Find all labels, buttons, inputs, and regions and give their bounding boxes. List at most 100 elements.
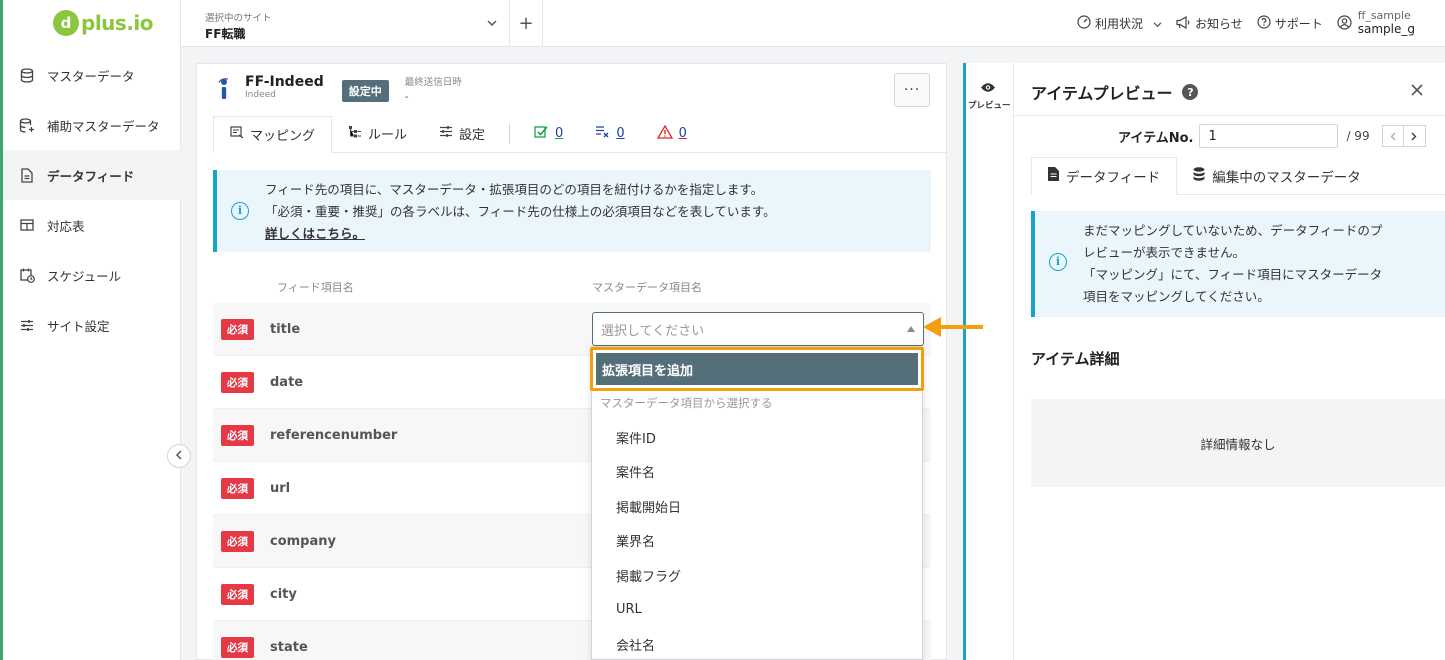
sidebar-item-label: 補助マスターデータ: [47, 118, 160, 134]
support-label: サポート: [1274, 17, 1323, 31]
indeed-logo-icon: [215, 76, 233, 102]
question-circle-icon: [1257, 15, 1271, 32]
sidebar-collapse-button[interactable]: [167, 444, 191, 468]
sidebar-item-label: スケジュール: [47, 268, 122, 284]
chevron-down-icon: [1153, 17, 1162, 31]
user-name: sample_g: [1357, 21, 1415, 36]
database-plus-icon: [19, 117, 35, 133]
close-icon[interactable]: [1411, 77, 1423, 101]
add-extension-item-label: 拡張項目を追加: [596, 353, 918, 385]
sidebar-item-data-feed[interactable]: データフィード: [3, 150, 181, 200]
feed-item-name: referencenumber: [270, 427, 398, 443]
dropdown-option[interactable]: 案件名: [592, 455, 922, 490]
site-selector-label: 選択中のサイト: [205, 13, 272, 24]
tab-rules[interactable]: ルール: [332, 115, 423, 152]
sidebar-item-schedule[interactable]: スケジュール: [3, 250, 181, 300]
info-icon: i: [231, 202, 249, 220]
tab-label: ルール: [368, 128, 408, 143]
feed-header: FF-Indeed Indeed 設定中 最終送信日時 -: [215, 74, 462, 103]
more-options-button[interactable]: ···: [894, 73, 930, 107]
user-menu[interactable]: ff_sample sample_g: [1337, 10, 1415, 36]
item-detail-title: アイテム詳細: [1031, 350, 1120, 368]
database-icon: [19, 67, 35, 83]
usage-menu[interactable]: 利用状況: [1077, 15, 1162, 32]
tab-mapping[interactable]: マッピング: [213, 116, 333, 153]
tab-editing-master-data[interactable]: 編集中のマスターデータ: [1177, 157, 1377, 195]
next-item-button[interactable]: [1403, 125, 1426, 147]
tab-label: マッピング: [250, 129, 316, 144]
site-selector[interactable]: 選択中のサイト FF転職: [181, 0, 510, 47]
select-placeholder: 選択してください: [601, 323, 705, 339]
dropdown-option[interactable]: 業界名: [592, 524, 922, 559]
document-icon: [19, 167, 35, 183]
dropdown-option[interactable]: 案件ID: [592, 420, 922, 455]
sidebar-nav: マスターデータ 補助マスターデータ データフィード 対応表 スケジュール サイト…: [3, 50, 181, 350]
item-detail-empty: 詳細情報なし: [1200, 436, 1276, 452]
gauge-icon: [1077, 15, 1091, 32]
help-icon[interactable]: ?: [1182, 84, 1199, 100]
dropdown-option[interactable]: 掲載開始日: [592, 489, 922, 524]
sidebar-item-master-data[interactable]: マスターデータ: [3, 50, 181, 100]
dropdown-option[interactable]: 掲載フラグ: [592, 558, 922, 593]
prev-item-button[interactable]: [1381, 125, 1404, 147]
dropdown-option[interactable]: 会社名: [592, 627, 922, 660]
calendar-clock-icon: [19, 267, 35, 283]
excluded-count-link[interactable]: 0: [579, 115, 640, 152]
learn-more-link[interactable]: 詳しくはこちら。: [265, 223, 931, 245]
item-pager: [1381, 125, 1426, 147]
site-selector-value: FF転職: [205, 27, 246, 41]
dropdown-option[interactable]: URL: [592, 593, 922, 628]
usage-label: 利用状況: [1094, 17, 1143, 31]
eye-icon: [980, 81, 996, 97]
sidebar-item-label: データフィード: [47, 168, 135, 184]
feed-title-block: FF-Indeed Indeed: [245, 74, 324, 100]
preview-title-text: アイテムプレビュー: [1031, 84, 1173, 103]
preview-tabs: データフィード 編集中のマスターデータ: [1031, 157, 1445, 195]
tab-label: 設定: [459, 128, 486, 143]
notice-link[interactable]: お知らせ: [1176, 15, 1243, 32]
logo[interactable]: d plus.io: [53, 10, 154, 36]
sidebar-item-label: マスターデータ: [47, 68, 135, 84]
add-site-button[interactable]: +: [510, 0, 543, 47]
last-sent-label: 最終送信日時: [404, 77, 462, 88]
sidebar-item-site-settings[interactable]: サイト設定: [3, 300, 181, 350]
sidebar-item-sub-master-data[interactable]: 補助マスターデータ: [3, 100, 181, 150]
tab-label: データフィード: [1066, 170, 1161, 186]
sidebar: d plus.io マスターデータ 補助マスターデータ データフィード 対応表: [0, 0, 181, 660]
database-icon: [1193, 167, 1205, 185]
add-extension-item-option[interactable]: 拡張項目を追加: [590, 347, 924, 391]
column-header-feed-item: フィード項目名: [277, 281, 354, 294]
warning-count: 0: [678, 126, 687, 141]
list-x-icon: [595, 125, 610, 142]
info-text-2: 「必須・重要・推奨」の各ラベルは、フィード先の仕様上の必須項目などを表しています…: [265, 203, 776, 219]
tab-data-feed[interactable]: データフィード: [1031, 157, 1178, 195]
support-link[interactable]: サポート: [1257, 15, 1323, 32]
sidebar-item-mapping-table[interactable]: 対応表: [3, 200, 181, 250]
dropdown-group-label: マスターデータ項目から選択する: [600, 396, 773, 410]
info-text-1: フィード先の項目に、マスターデータ・拡張項目のどの項目を紐付けるかを指定します。: [265, 182, 764, 197]
last-sent: 最終送信日時 -: [405, 74, 462, 103]
item-number-input[interactable]: 1: [1199, 124, 1339, 148]
tab-settings[interactable]: 設定: [423, 115, 501, 152]
table-icon: [19, 217, 35, 233]
master-item-select[interactable]: 選択してください: [592, 312, 924, 346]
item-preview-panel: アイテムプレビュー ? アイテムNo. 1 / 99 データフィード 編集中のマ…: [1014, 63, 1445, 660]
mapped-count: 0: [555, 126, 564, 141]
status-badge: 設定中: [341, 80, 389, 102]
preview-toggle[interactable]: プレビュー: [963, 63, 1014, 660]
excluded-count: 0: [616, 126, 625, 141]
feed-item-name: date: [270, 374, 304, 390]
tab-label: 編集中のマスターデータ: [1212, 170, 1361, 186]
item-detail-box: 詳細情報なし: [1031, 399, 1445, 487]
mapped-count-link[interactable]: 0: [518, 115, 579, 152]
preview-title: アイテムプレビュー ?: [1031, 80, 1199, 104]
check-square-icon: [534, 125, 549, 143]
dropdown-options: 案件ID 案件名 掲載開始日 業界名 掲載フラグ URL 会社名: [592, 420, 922, 660]
file-icon: [1048, 167, 1059, 185]
preview-toggle-label: プレビュー: [968, 101, 1011, 111]
sidebar-item-label: サイト設定: [47, 318, 110, 334]
required-badge: 必須: [221, 371, 254, 393]
warning-count-link[interactable]: 0: [641, 115, 703, 152]
sliders-icon: [439, 125, 453, 142]
sidebar-item-label: 対応表: [47, 218, 85, 234]
